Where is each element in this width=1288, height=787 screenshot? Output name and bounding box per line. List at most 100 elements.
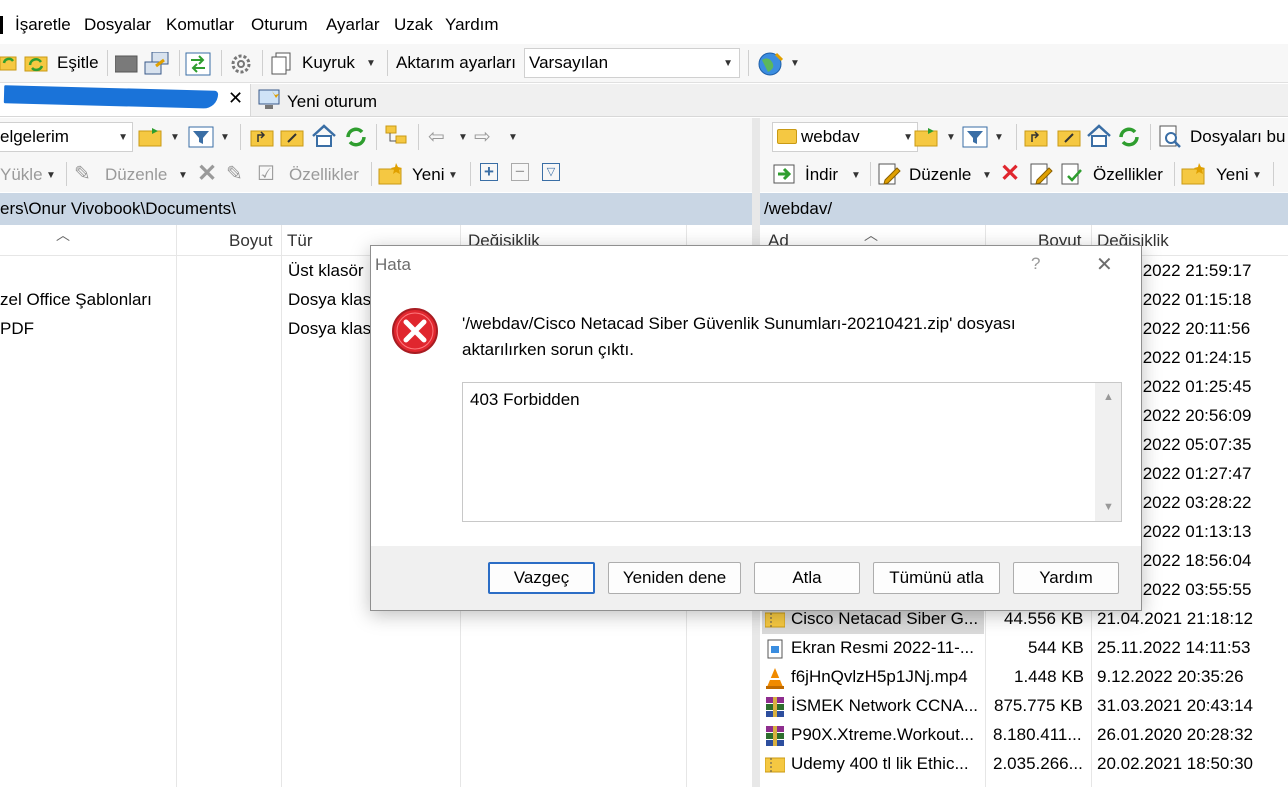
- refresh-icon[interactable]: [343, 124, 369, 150]
- refresh-icon[interactable]: [1116, 124, 1142, 150]
- edit-pencil-icon[interactable]: [877, 162, 901, 186]
- deselect-minus-icon[interactable]: −: [511, 163, 529, 181]
- skip-button[interactable]: Atla: [754, 562, 860, 594]
- queue-button[interactable]: Kuyruk: [302, 53, 355, 73]
- filter-dropdown-icon[interactable]: ▼: [994, 132, 1004, 143]
- close-tab-icon[interactable]: ✕: [228, 88, 243, 109]
- edit-pencil-icon[interactable]: ✎: [74, 161, 91, 186]
- refresh-folders-icon[interactable]: [0, 53, 18, 73]
- edit-dropdown-icon[interactable]: ▼: [982, 170, 992, 181]
- new-folder-icon[interactable]: [378, 162, 404, 186]
- left-location-select[interactable]: elgelerim ▼: [0, 122, 133, 152]
- new-session-icon[interactable]: [258, 89, 282, 111]
- cancel-button[interactable]: Vazgeç: [488, 562, 595, 594]
- menu-help[interactable]: Yardım: [445, 15, 499, 35]
- skip-all-button[interactable]: Tümünü atla: [873, 562, 1000, 594]
- edit-button[interactable]: Düzenle: [105, 165, 167, 185]
- root-directory-icon[interactable]: [280, 126, 304, 148]
- upload-dropdown-icon[interactable]: ▼: [46, 170, 56, 181]
- globe-dropdown-icon[interactable]: ▼: [790, 58, 800, 69]
- globe-icon[interactable]: [756, 50, 784, 78]
- transfer-settings-select[interactable]: Varsayılan ▼: [524, 48, 740, 78]
- home-icon[interactable]: [311, 124, 337, 148]
- menu-remote[interactable]: Uzak: [394, 15, 433, 35]
- new-folder-icon[interactable]: [1181, 162, 1207, 186]
- properties-button[interactable]: Özellikler: [289, 165, 359, 185]
- download-icon[interactable]: [772, 162, 798, 186]
- filter-icon[interactable]: [188, 126, 214, 148]
- file-changed: .2022 03:28:22: [1138, 493, 1252, 512]
- console-icon[interactable]: [115, 54, 139, 74]
- menu-commands[interactable]: Komutlar: [166, 15, 234, 35]
- edit-dropdown-icon[interactable]: ▼: [178, 170, 188, 181]
- putty-icon[interactable]: [144, 52, 172, 76]
- detail-scrollbar[interactable]: ▲ ▼: [1095, 383, 1121, 521]
- close-icon[interactable]: ✕: [1096, 252, 1113, 277]
- find-files-icon[interactable]: [1158, 125, 1182, 149]
- new-button[interactable]: Yeni: [1216, 165, 1248, 185]
- new-dropdown-icon[interactable]: ▼: [448, 170, 458, 181]
- home-icon[interactable]: [1086, 124, 1112, 148]
- open-folder-dropdown-icon[interactable]: ▼: [946, 132, 956, 143]
- help-icon[interactable]: ?: [1031, 254, 1040, 274]
- find-files-button[interactable]: Dosyaları bu: [1190, 127, 1285, 147]
- table-row[interactable]: İSMEK Network CCNA... 875.775 KB 31.03.2…: [760, 692, 1288, 721]
- edit-button[interactable]: Düzenle: [909, 165, 971, 185]
- synchronize-icon[interactable]: [24, 53, 50, 73]
- properties-icon[interactable]: ☑: [257, 161, 275, 186]
- new-button[interactable]: Yeni: [412, 165, 444, 185]
- table-row[interactable]: Udemy 400 tl lik Ethic... 2.035.266... 2…: [760, 750, 1288, 779]
- menu-mark[interactable]: İşaretle: [15, 15, 71, 35]
- parent-directory-icon[interactable]: [1024, 126, 1048, 148]
- menu-files[interactable]: Dosyalar: [84, 15, 151, 35]
- queue-dropdown-icon[interactable]: ▼: [366, 58, 376, 69]
- back-arrow-icon[interactable]: ⇦: [428, 124, 445, 149]
- filter-icon[interactable]: [962, 126, 988, 148]
- tab-new-session[interactable]: Yeni oturum: [287, 92, 377, 112]
- dialog-title-bar[interactable]: Hata ? ✕: [371, 246, 1141, 284]
- scroll-down-icon[interactable]: ▼: [1103, 501, 1114, 513]
- properties-icon[interactable]: [1060, 162, 1084, 186]
- back-dropdown-icon[interactable]: ▼: [458, 132, 468, 143]
- queue-icon[interactable]: [270, 52, 296, 76]
- compare-directories-icon[interactable]: [185, 52, 211, 76]
- open-folder-icon[interactable]: [138, 126, 164, 148]
- table-row[interactable]: Ekran Resmi 2022-11-... 544 KB 25.11.202…: [760, 634, 1288, 663]
- right-nav-toolbar: webdav ▼ ▼ ▼ Dosyaları bu: [760, 118, 1288, 156]
- filter-select-icon[interactable]: ▽: [542, 163, 560, 181]
- right-location-select[interactable]: webdav ▼: [772, 122, 918, 152]
- left-path-bar[interactable]: ers\Onur Vivobook\Documents\: [0, 193, 752, 225]
- properties-button[interactable]: Özellikler: [1093, 165, 1163, 185]
- root-directory-icon[interactable]: [1057, 126, 1081, 148]
- tree-view-icon[interactable]: [384, 124, 410, 150]
- delete-icon[interactable]: ✕: [1000, 159, 1020, 188]
- open-folder-icon[interactable]: [914, 126, 940, 148]
- download-button[interactable]: İndir: [805, 165, 838, 185]
- retry-button[interactable]: Yeniden dene: [608, 562, 741, 594]
- rename-icon[interactable]: ✎: [226, 161, 243, 186]
- upload-button[interactable]: Yükle: [0, 165, 43, 185]
- open-folder-dropdown-icon[interactable]: ▼: [170, 132, 180, 143]
- menu-session[interactable]: Oturum: [251, 15, 308, 35]
- filter-dropdown-icon[interactable]: ▼: [220, 132, 230, 143]
- rename-icon[interactable]: [1029, 162, 1053, 186]
- forward-arrow-icon[interactable]: ⇨: [474, 124, 491, 149]
- parent-directory-icon[interactable]: [250, 126, 274, 148]
- right-path-bar[interactable]: /webdav/: [760, 193, 1288, 225]
- synchronize-button[interactable]: Eşitle: [57, 53, 99, 73]
- menu-options[interactable]: Ayarlar: [326, 15, 380, 35]
- error-detail-box[interactable]: 403 Forbidden ▲ ▼: [462, 382, 1122, 522]
- delete-icon[interactable]: ✕: [197, 159, 217, 188]
- scroll-up-icon[interactable]: ▲: [1103, 391, 1114, 403]
- download-dropdown-icon[interactable]: ▼: [851, 170, 861, 181]
- select-all-plus-icon[interactable]: +: [480, 163, 498, 181]
- table-row[interactable]: P90X.Xtreme.Workout... 8.180.411... 26.0…: [760, 721, 1288, 750]
- left-col-type[interactable]: Tür: [287, 231, 313, 251]
- tab-current-session[interactable]: ✕: [0, 84, 251, 116]
- preferences-gear-icon[interactable]: [229, 52, 253, 76]
- left-col-size[interactable]: Boyut: [229, 231, 272, 251]
- forward-dropdown-icon[interactable]: ▼: [508, 132, 518, 143]
- help-button[interactable]: Yardım: [1013, 562, 1119, 594]
- new-dropdown-icon[interactable]: ▼: [1252, 170, 1262, 181]
- table-row[interactable]: f6jHnQvlzH5p1JNj.mp4 1.448 KB 9.12.2022 …: [760, 663, 1288, 692]
